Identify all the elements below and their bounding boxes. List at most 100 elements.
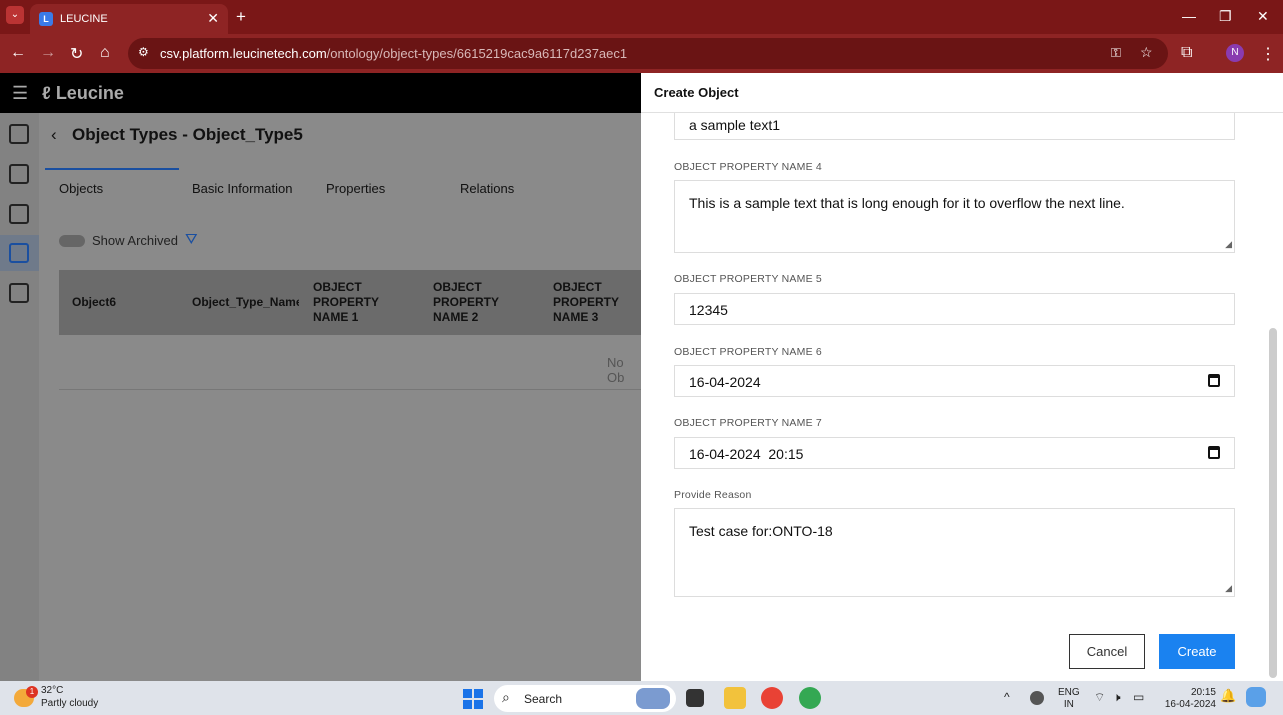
copilot-icon[interactable] [1246,687,1266,707]
browser-menu-icon[interactable]: ⋮ [1260,44,1276,64]
clock[interactable]: 20:15 16-04-2024 [1160,687,1216,711]
brand-logo: ℓ Leucine [42,83,124,104]
column-header[interactable]: Object_Type_Name [192,295,299,310]
region-code: IN [1063,699,1074,710]
search-label: Search [524,692,563,706]
divider [59,389,641,390]
wifi-icon[interactable]: ⌔ [1094,691,1105,703]
password-key-icon[interactable]: ⚿ [1111,45,1121,61]
site-info-icon[interactable]: ⚙ [138,45,149,59]
tab-relations[interactable]: Relations [460,181,514,196]
create-object-drawer: a sample text1 Create Object OBJECT PROP… [641,73,1283,681]
column-header[interactable]: OBJECT PROPERTY NAME 3 [553,280,633,325]
cloud-sync-icon[interactable] [1030,691,1044,705]
minimize-icon[interactable]: — [1182,8,1196,24]
url-text: csv.platform.leucinetech.com/ontology/ob… [160,46,627,61]
checklist-icon[interactable] [9,164,29,184]
weather-widget[interactable]: 32°C Partly cloudy [41,684,98,710]
show-archived-label: Show Archived [92,233,178,248]
field-label: OBJECT PROPERTY NAME 4 [674,161,822,173]
left-nav-rail [0,113,39,681]
file-explorer-icon[interactable] [724,687,746,709]
field-label: OBJECT PROPERTY NAME 6 [674,346,822,358]
hamburger-menu-icon[interactable]: ☰ [12,83,28,104]
url-input[interactable]: ⚙ csv.platform.leucinetech.com/ontology/… [128,38,1168,69]
drawer-header: Create Object [641,73,1283,113]
lang-code: ENG [1058,687,1080,698]
show-archived-toggle[interactable] [59,235,85,247]
logo-mark-icon: ℓ [42,83,56,103]
battery-icon[interactable]: ▭ [1133,691,1144,703]
device-icon[interactable] [9,283,29,303]
tab-properties[interactable]: Properties [326,181,385,196]
chrome-profile-icon[interactable] [799,687,821,709]
notification-bell-icon[interactable]: 🔔 [1220,689,1236,702]
url-host: csv.platform.leucinetech.com [160,46,327,61]
column-header[interactable]: OBJECT PROPERTY NAME 1 [313,280,393,325]
object-property-7-datetime-input[interactable]: 16-04-2024 20:15 [674,437,1235,469]
browser-tab-bar: ⌄ L LEUCINE ✕ + — ❐ ✕ [0,0,1283,34]
volume-muted-icon[interactable]: 🕨 [1113,691,1121,703]
field-label: OBJECT PROPERTY NAME 7 [674,417,822,429]
language-indicator[interactable]: ENG IN [1058,687,1080,711]
tab-basic-information[interactable]: Basic Information [192,181,292,196]
field-label: Provide Reason [674,489,752,501]
resize-handle-icon[interactable]: ◢ [1225,239,1232,250]
task-view-icon[interactable] [686,689,704,707]
cancel-button[interactable]: Cancel [1069,634,1145,669]
resize-handle-icon[interactable]: ◢ [1225,583,1232,594]
ontology-icon[interactable] [9,243,29,263]
back-icon[interactable]: ← [10,44,26,62]
close-window-icon[interactable]: ✕ [1257,8,1269,25]
tab-list-chevron-icon[interactable]: ⌄ [6,6,24,24]
calendar-icon[interactable] [1208,374,1220,387]
main-content: ‹ Object Types - Object_Type5 Objects Ba… [39,113,641,681]
favicon-icon: L [39,12,53,26]
page-title: Object Types - Object_Type5 [72,125,303,144]
object-property-4-textarea[interactable]: This is a sample text that is long enoug… [674,180,1235,253]
bookmark-star-icon[interactable]: ☆ [1140,44,1153,61]
tab-title: LEUCINE [60,13,108,25]
drawer-scrollbar[interactable] [1269,328,1277,678]
extensions-icon[interactable]: ⧉ [1181,44,1192,62]
brand-name: Leucine [55,83,124,103]
browser-tab[interactable]: L LEUCINE ✕ [30,4,228,34]
column-header[interactable]: OBJECT PROPERTY NAME 2 [433,280,513,325]
taskbar-search[interactable]: ⌕ Search [494,685,676,712]
new-tab-icon[interactable]: + [236,7,246,27]
calendar-icon[interactable] [1208,446,1220,459]
tab-bar: Objects Basic Information Properties Rel… [45,168,641,208]
start-windows-icon[interactable] [463,689,483,709]
tab-active-indicator [45,168,179,170]
field-label: OBJECT PROPERTY NAME 5 [674,273,822,285]
chrome-icon[interactable] [761,687,783,709]
close-tab-icon[interactable]: ✕ [207,10,219,27]
forward-icon[interactable]: → [40,44,56,62]
reason-value: Test case for:ONTO-18 [689,523,833,539]
hierarchy-icon[interactable] [9,204,29,224]
date-value: 16-04-2024 [689,374,761,390]
object-property-6-date-input[interactable]: 16-04-2024 [674,365,1235,397]
object-property-5-input[interactable]: 12345 [674,293,1235,325]
create-button[interactable]: Create [1159,634,1235,669]
maximize-icon[interactable]: ❐ [1219,8,1232,25]
search-icon: ⌕ [502,689,510,705]
object-property-3-input[interactable]: a sample text1 [674,109,1235,140]
home-icon[interactable]: ⌂ [100,44,110,62]
clock-date: 16-04-2024 [1164,699,1216,710]
table-header: Object6 Object_Type_Name OBJECT PROPERTY… [59,270,641,335]
empty-state-text: No Ob [607,355,625,385]
tray-expand-icon[interactable]: ^ [1004,691,1010,703]
weather-badge: 1 [26,686,38,698]
reload-icon[interactable]: ↻ [70,44,83,64]
weather-condition: Partly cloudy [41,698,99,709]
textarea-value: This is a sample text that is long enoug… [689,195,1125,211]
reason-textarea[interactable]: Test case for:ONTO-18 ◢ [674,508,1235,597]
inbox-icon[interactable] [9,124,29,144]
datetime-value: 16-04-2024 20:15 [689,446,804,462]
back-arrow-icon[interactable]: ‹ [51,125,57,145]
column-header[interactable]: Object6 [72,295,116,310]
profile-avatar[interactable]: N [1226,44,1244,62]
filter-icon[interactable]: ⛛ [185,231,198,248]
tab-objects[interactable]: Objects [59,181,103,196]
